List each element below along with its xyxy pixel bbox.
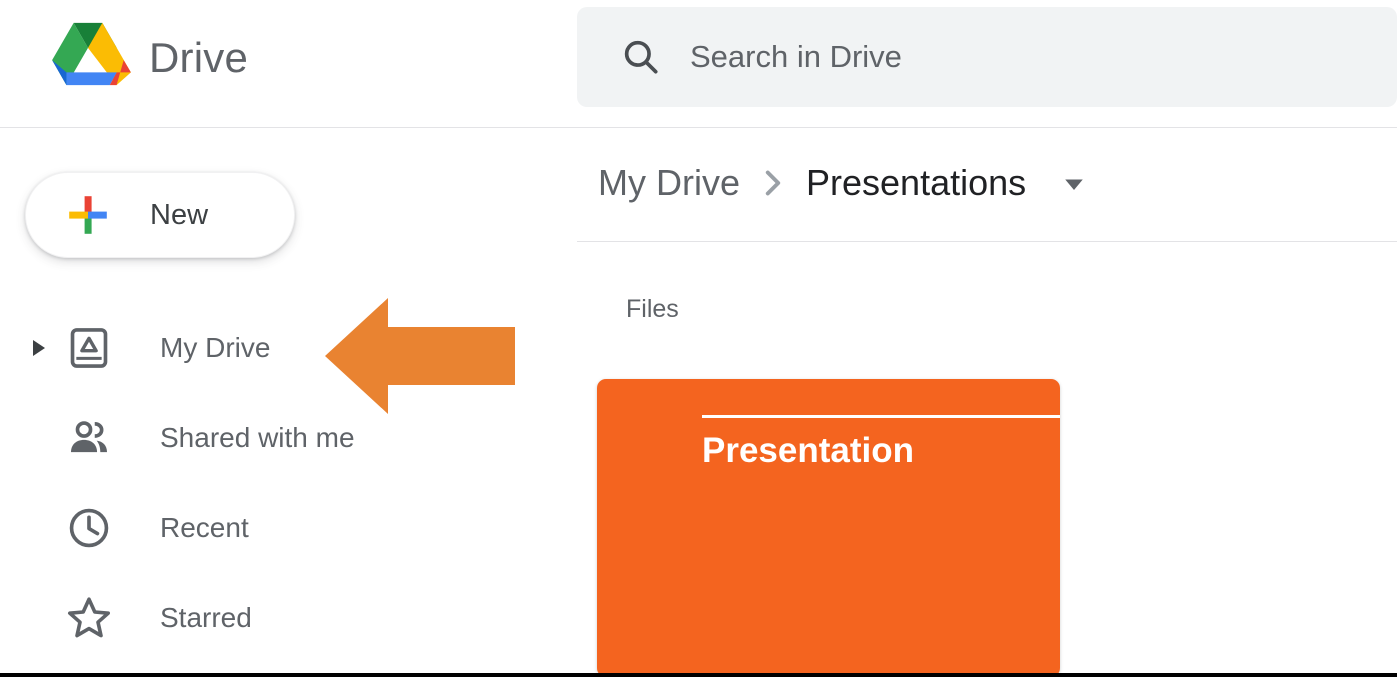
sidebar-item-label: Starred <box>160 602 252 633</box>
breadcrumb: My Drive Presentations <box>598 155 1088 211</box>
sidebar-item-label: Recent <box>160 512 249 543</box>
search-placeholder: Search in Drive <box>690 39 902 74</box>
card-top-rule <box>702 415 1060 418</box>
file-card-presentation[interactable]: Presentation <box>597 379 1060 677</box>
files-section-title: Files <box>626 295 679 323</box>
people-icon <box>63 412 115 464</box>
sidebar-item-my-drive[interactable]: My Drive <box>0 303 577 393</box>
triangle-right-icon[interactable] <box>28 337 50 359</box>
sidebar-item-recent[interactable]: Recent <box>0 483 577 573</box>
drive-brand[interactable]: Drive <box>45 12 248 104</box>
content-area: My Drive Presentations Files Presentatio… <box>577 128 1397 677</box>
star-outline-icon <box>63 592 115 644</box>
google-drive-logo-icon <box>52 22 131 86</box>
bottom-bar <box>0 673 1397 677</box>
new-button-label: New <box>150 198 209 231</box>
brand-name: Drive <box>149 34 249 81</box>
sidebar-item-shared-with-me[interactable]: Shared with me <box>0 393 577 483</box>
chevron-right-icon <box>765 170 781 196</box>
clock-icon <box>63 502 115 554</box>
chevron-down-icon[interactable] <box>1060 169 1088 197</box>
sidebar-nav-list: My Drive Shared with me Recent Starred <box>0 303 577 663</box>
sidebar-item-starred[interactable]: Starred <box>0 573 577 663</box>
sidebar-item-label: My Drive <box>160 332 271 363</box>
my-drive-icon <box>63 322 115 374</box>
app-header: Drive Search in Drive <box>0 0 1397 128</box>
search-icon <box>624 40 658 74</box>
search-input[interactable]: Search in Drive <box>577 7 1397 107</box>
breadcrumb-current-folder[interactable]: Presentations <box>806 162 1026 204</box>
content-divider <box>577 241 1397 242</box>
breadcrumb-my-drive[interactable]: My Drive <box>598 162 740 204</box>
sidebar: New My Drive Shared with me Recent Starr… <box>0 128 577 677</box>
file-card-title: Presentation <box>702 431 914 470</box>
new-button[interactable]: New <box>25 172 295 258</box>
drive-app-window: Drive Search in Drive New My Drive Share… <box>0 0 1397 677</box>
google-plus-icon <box>69 196 107 234</box>
sidebar-item-label: Shared with me <box>160 422 355 453</box>
